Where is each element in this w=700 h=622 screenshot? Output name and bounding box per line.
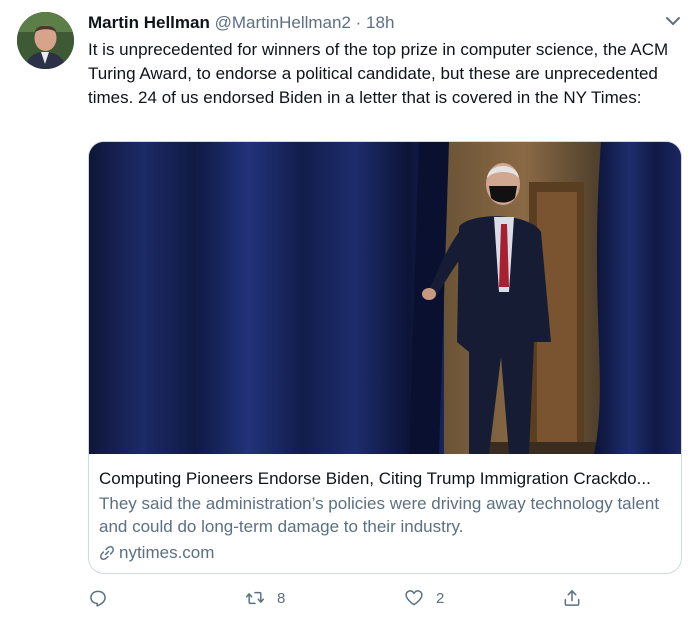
card-title: Computing Pioneers Endorse Biden, Citing… — [99, 469, 651, 488]
reply-button[interactable] — [88, 588, 108, 608]
like-count: 2 — [436, 589, 445, 607]
share-icon — [564, 590, 580, 606]
like-button[interactable]: 2 — [404, 588, 444, 608]
avatar[interactable] — [17, 12, 74, 69]
card-description: They said the administration’s policies … — [99, 494, 660, 536]
action-bar: 8 2 — [0, 588, 700, 612]
author-handle[interactable]: @MartinHellman2 — [215, 13, 351, 32]
card-image — [89, 142, 681, 454]
heart-icon — [405, 590, 423, 606]
separator-dot: · — [355, 13, 362, 32]
author-name[interactable]: Martin Hellman — [88, 13, 210, 32]
link-card[interactable]: Computing Pioneers Endorse Biden, Citing… — [88, 141, 682, 574]
retweet-button[interactable]: 8 — [245, 588, 285, 608]
avatar-image — [17, 12, 74, 69]
link-icon — [100, 546, 114, 560]
share-button[interactable] — [562, 588, 582, 608]
retweet-count: 8 — [277, 589, 286, 607]
tweet-header: Martin Hellman @MartinHellman2 · 18h — [88, 12, 394, 34]
card-domain: nytimes.com — [99, 541, 214, 565]
timestamp[interactable]: 18h — [366, 13, 394, 32]
retweet-icon — [245, 591, 265, 605]
reply-icon — [90, 590, 106, 607]
tweet-text: It is unprecedented for winners of the t… — [88, 40, 669, 107]
chevron-down-icon[interactable] — [664, 14, 682, 28]
card-domain-text: nytimes.com — [119, 543, 215, 562]
